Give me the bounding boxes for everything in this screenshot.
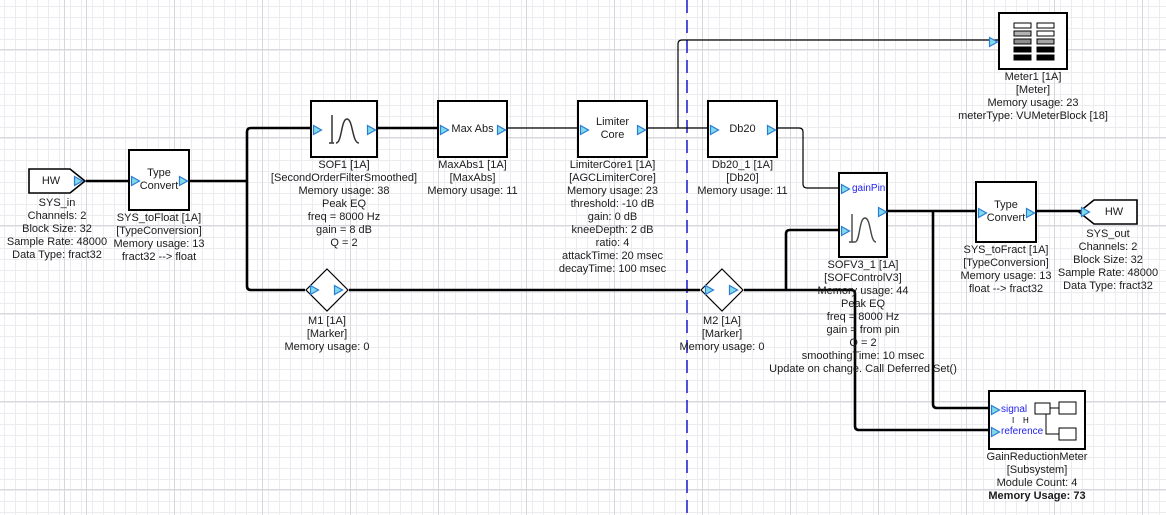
filter-curve-icon xyxy=(326,112,366,148)
output-pin[interactable] xyxy=(178,175,189,187)
input-pin[interactable] xyxy=(579,124,590,136)
gainpin-input-pin[interactable] xyxy=(840,183,851,195)
input-pin[interactable] xyxy=(709,124,720,136)
input-pin[interactable] xyxy=(312,124,323,136)
input-pin[interactable] xyxy=(130,175,141,187)
reference-pin-label: reference xyxy=(1001,426,1043,437)
input-pin[interactable] xyxy=(309,284,320,296)
subsystem-icon: I H xyxy=(990,392,1086,450)
output-pin[interactable] xyxy=(636,124,647,136)
output-pin[interactable] xyxy=(333,284,344,296)
module-caption: Meter1 [1A] [Meter] Memory usage: 23 met… xyxy=(958,71,1108,123)
input-pin[interactable] xyxy=(988,36,999,48)
input-pin[interactable] xyxy=(439,124,450,136)
input-pin[interactable] xyxy=(840,225,851,237)
module-caption: SYS_out Channels: 2 Block Size: 32 Sampl… xyxy=(1058,228,1158,293)
output-pin[interactable] xyxy=(496,124,507,136)
module-sofv3-1[interactable]: gainPin SOFV3_1 [1A] [SOFControlV3] Memo… xyxy=(838,172,888,258)
vu-meter-icon xyxy=(1012,22,1058,64)
module-gain-reduction-meter[interactable]: signal reference I H GainReductionMeter … xyxy=(988,390,1086,450)
module-limitercore1[interactable]: Limiter Core LimiterCore1 [1A] [AGCLimit… xyxy=(577,100,648,158)
module-caption: SOF1 [1A] [SecondOrderFilterSmoothed] Me… xyxy=(271,159,417,250)
input-pin[interactable] xyxy=(704,284,715,296)
input-pin[interactable] xyxy=(1080,206,1091,218)
module-caption: SOFV3_1 [1A] [SOFControlV3] Memory usage… xyxy=(769,259,957,376)
module-caption: M1 [1A] [Marker] Memory usage: 0 xyxy=(285,315,370,354)
module-caption: SYS_in Channels: 2 Block Size: 32 Sample… xyxy=(7,197,107,262)
module-sof1[interactable]: SOF1 [1A] [SecondOrderFilterSmoothed] Me… xyxy=(310,100,378,158)
module-sys-out[interactable]: HW SYS_out Channels: 2 Block Size: 32 Sa… xyxy=(1078,199,1138,225)
module-sys-tofract[interactable]: Type Convert SYS_toFract [1A] [TypeConve… xyxy=(975,181,1037,243)
output-pin[interactable] xyxy=(766,124,777,136)
output-pin[interactable] xyxy=(73,175,84,187)
module-caption: M2 [1A] [Marker] Memory usage: 0 xyxy=(680,315,765,354)
reference-input-pin[interactable] xyxy=(990,426,1001,438)
schematic-canvas[interactable]: HW SYS_in Channels: 2 Block Size: 32 Sam… xyxy=(0,0,1166,515)
output-pin[interactable] xyxy=(877,206,888,218)
gainpin-label: gainPin xyxy=(852,183,885,194)
output-pin[interactable] xyxy=(366,124,377,136)
svg-text:I: I xyxy=(1012,416,1014,425)
output-pin[interactable] xyxy=(1025,207,1036,219)
module-caption: GainReductionMeter [Subsystem] Module Co… xyxy=(987,451,1088,503)
signal-input-pin[interactable] xyxy=(990,404,1001,416)
module-db20-1[interactable]: Db20 Db20_1 [1A] [Db20] Memory usage: 11 xyxy=(707,100,778,158)
module-caption: LimiterCore1 [1A] [AGCLimiterCore] Memor… xyxy=(559,159,666,276)
input-pin[interactable] xyxy=(977,207,988,219)
module-maxabs1[interactable]: Max Abs MaxAbs1 [1A] [MaxAbs] Memory usa… xyxy=(437,100,508,158)
output-pin[interactable] xyxy=(728,284,739,296)
module-caption: SYS_toFract [1A] [TypeConversion] Memory… xyxy=(960,244,1051,296)
signal-pin-label: signal xyxy=(1001,404,1027,415)
module-caption: SYS_toFloat [1A] [TypeConversion] Memory… xyxy=(113,212,204,264)
module-sys-tofloat[interactable]: Type Convert SYS_toFloat [1A] [TypeConve… xyxy=(128,149,190,211)
module-caption: Db20_1 [1A] [Db20] Memory usage: 11 xyxy=(697,159,787,198)
module-meter1[interactable]: Meter1 [1A] [Meter] Memory usage: 23 met… xyxy=(998,12,1068,70)
module-m2-marker[interactable]: M2 [1A] [Marker] Memory usage: 0 xyxy=(700,268,744,312)
module-sys-in[interactable]: HW SYS_in Channels: 2 Block Size: 32 Sam… xyxy=(28,168,86,194)
module-m1-marker[interactable]: M1 [1A] [Marker] Memory usage: 0 xyxy=(305,268,349,312)
module-caption: MaxAbs1 [1A] [MaxAbs] Memory usage: 11 xyxy=(427,159,517,198)
svg-text:H: H xyxy=(1023,416,1029,425)
